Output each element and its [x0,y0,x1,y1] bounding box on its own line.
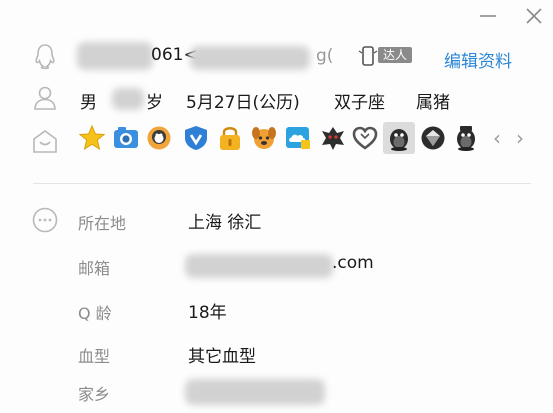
star-icon[interactable] [79,125,105,151]
qq-number-redacted [77,42,153,70]
camera-icon[interactable] [113,125,139,151]
person-icon [34,86,56,110]
gender: 男 [80,93,97,113]
age-suffix: 岁 [146,93,163,113]
nickname-redacted [190,46,310,70]
location-value: 上海 徐汇 [188,213,262,233]
more-info-icon [32,207,58,233]
lock-icon[interactable] [217,125,243,151]
blood-type-label: 血型 [78,347,111,366]
hometown-redacted [185,379,325,405]
badges-next-button[interactable]: › [516,126,524,150]
shield-icon[interactable] [183,125,209,151]
badges-prev-button[interactable]: ‹ [493,126,501,150]
house-icon [33,130,57,153]
email-redacted [185,254,333,278]
penguin-dark-icon[interactable] [453,125,479,151]
heart-icon[interactable] [352,125,378,151]
close-button[interactable] [524,6,544,30]
email-suffix: .com [332,253,374,273]
qage-value: 18年 [188,303,227,323]
penguin-dark-icon[interactable] [386,125,412,151]
age-redacted [112,88,144,110]
vip-badge-label: 达人 [378,47,413,63]
diamond-icon[interactable] [420,125,446,151]
chinese-zodiac: 属猪 [416,93,450,113]
email-label: 邮箱 [78,259,111,278]
close-icon [526,8,542,24]
nickname-fragment: g( [316,46,334,66]
birthday: 5月27日(公历) [186,93,300,113]
cloud-icon[interactable] [285,125,311,151]
puppy-icon[interactable] [251,125,277,151]
edit-profile-link[interactable]: 编辑资料 [444,47,512,72]
phone-icon [358,46,378,66]
penguin-outline-icon [35,44,55,70]
minimize-icon [480,15,496,17]
divider [33,183,531,184]
hometown-label: 家乡 [78,385,111,404]
qage-label: Q 龄 [78,304,112,323]
penguin-photo-icon[interactable] [146,125,172,151]
vip-badge[interactable]: 达人 [356,44,424,68]
zodiac: 双子座 [334,93,385,113]
dragon-icon[interactable] [320,125,346,151]
location-label: 所在地 [78,214,127,233]
blood-type-value: 其它血型 [188,347,256,367]
minimize-button[interactable] [478,6,498,30]
